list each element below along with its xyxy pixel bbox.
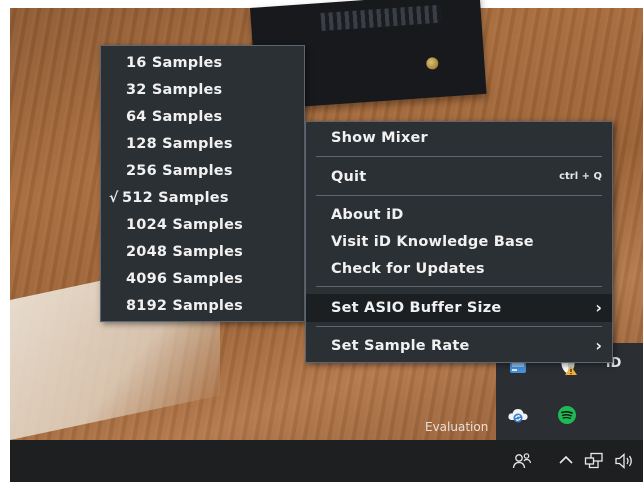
buffer-size-label: 1024 Samples bbox=[126, 217, 243, 233]
chevron-right-icon: › bbox=[595, 298, 602, 317]
checkmark-icon: √ bbox=[109, 190, 119, 206]
menu-separator bbox=[316, 156, 602, 157]
chevron-up-icon[interactable] bbox=[558, 452, 574, 472]
cloud-sync-icon[interactable] bbox=[507, 404, 529, 426]
left-margin bbox=[0, 8, 10, 482]
menu-separator bbox=[316, 195, 602, 196]
spotify-icon[interactable] bbox=[556, 404, 578, 426]
menu-item-label: Check for Updates bbox=[331, 261, 485, 277]
taskbar bbox=[10, 440, 643, 482]
buffer-size-label: 512 Samples bbox=[122, 190, 229, 206]
buffer-size-label: 2048 Samples bbox=[126, 244, 243, 260]
network-icon[interactable] bbox=[584, 452, 604, 474]
buffer-size-label: 32 Samples bbox=[126, 82, 223, 98]
buffer-size-label: 64 Samples bbox=[126, 109, 223, 125]
menu-item-label: Set ASIO Buffer Size bbox=[331, 300, 502, 316]
id-tray-context-menu: Show Mixer Quit ctrl + Q About iD Visit … bbox=[305, 121, 613, 363]
device-connector-strip bbox=[320, 4, 442, 32]
menu-item-set-asio-buffer-size[interactable]: Set ASIO Buffer Size › bbox=[306, 294, 612, 322]
menu-item-label: Quit bbox=[331, 169, 367, 185]
buffer-size-label: 16 Samples bbox=[126, 55, 223, 71]
menu-item-label: Set Sample Rate bbox=[331, 338, 470, 354]
volume-icon[interactable] bbox=[614, 452, 636, 474]
device-screw bbox=[425, 57, 439, 70]
menu-separator bbox=[316, 326, 602, 327]
buffer-size-label: 8192 Samples bbox=[126, 298, 243, 314]
menu-item-label: About iD bbox=[331, 207, 404, 223]
evaluation-watermark: Evaluation bbox=[425, 420, 489, 434]
people-icon[interactable] bbox=[512, 452, 532, 474]
menu-separator bbox=[316, 286, 602, 287]
chevron-right-icon: › bbox=[595, 336, 602, 355]
quit-shortcut: ctrl + Q bbox=[559, 171, 602, 182]
buffer-size-label: 256 Samples bbox=[126, 163, 233, 179]
desktop: Evaluation iD 16 Samples 32 Samples 64 Sam… bbox=[0, 0, 643, 482]
asio-buffer-size-submenu: 16 Samples 32 Samples 64 Samples 128 Sample… bbox=[100, 45, 305, 322]
menu-item-label: Show Mixer bbox=[331, 130, 428, 146]
buffer-size-label: 4096 Samples bbox=[126, 271, 243, 287]
buffer-size-label: 128 Samples bbox=[126, 136, 233, 152]
menu-item-label: Visit iD Knowledge Base bbox=[331, 234, 534, 250]
